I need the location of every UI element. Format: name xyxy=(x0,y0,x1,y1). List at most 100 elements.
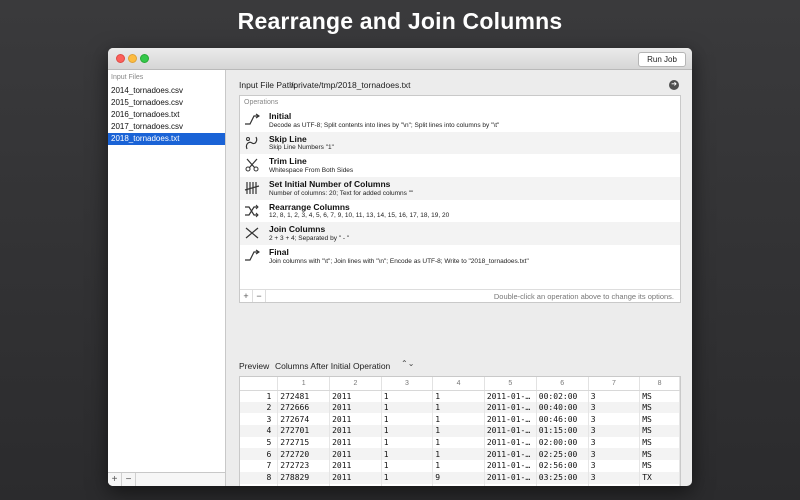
column-header[interactable]: 6 xyxy=(536,377,589,391)
table-cell: 2011 xyxy=(329,448,382,461)
table-cell: MS xyxy=(639,425,680,437)
table-cell: 3 xyxy=(588,425,641,437)
table-cell: 1 xyxy=(381,471,434,484)
table-row: 3 272674 2011 1 1 2011-01-… 00:46:00 3 MS xyxy=(240,413,680,426)
preview-select[interactable]: Columns After Initial Operation xyxy=(275,361,390,371)
operation-row[interactable]: Join Columns 2 + 3 + 4; Separated by " -… xyxy=(240,222,680,246)
table-cell: 3 xyxy=(588,436,641,449)
row-number: 6 xyxy=(240,448,279,461)
file-item[interactable]: 2015_tornadoes.csv xyxy=(108,97,225,109)
table-cell: 1 xyxy=(432,436,485,449)
sidebar-header: Input Files xyxy=(111,74,144,81)
table-cell: 2011-01-… xyxy=(484,413,537,426)
table-cell: 1 xyxy=(381,413,434,426)
operation-row[interactable]: Final Join columns with "\t"; Join lines … xyxy=(240,245,680,268)
table-cell: 17 xyxy=(432,483,485,486)
table-cell: 2011 xyxy=(329,471,382,484)
operation-title: Rearrange Columns xyxy=(269,201,350,212)
table-cell: 272723 xyxy=(277,460,331,472)
table-cell: 2011-01-… xyxy=(484,483,537,486)
table-row: 2 272666 2011 1 1 2011-01-… 00:40:00 3 MS xyxy=(240,401,680,414)
table-row: 5 272715 2011 1 1 2011-01-… 02:00:00 3 MS xyxy=(240,436,680,449)
preview-table: 12345678 1 272481 2011 1 1 2011-01-… 00:02:00 3… xyxy=(239,376,681,486)
row-number: 5 xyxy=(240,436,279,449)
operation-title: Trim Line xyxy=(269,156,307,167)
column-header[interactable]: 7 xyxy=(588,377,641,391)
zoom-window-button[interactable] xyxy=(140,54,149,63)
file-item[interactable]: 2014_tornadoes.csv xyxy=(108,85,225,97)
table-cell: 2011 xyxy=(329,425,382,437)
join-icon xyxy=(244,225,260,241)
operation-row[interactable]: Rearrange Columns 12, 8, 1, 2, 3, 4, 5, 6… xyxy=(240,200,680,223)
operations-header: Operations xyxy=(244,99,279,106)
remove-file-button[interactable]: − xyxy=(122,473,136,486)
table-cell: 1 xyxy=(432,413,485,426)
add-file-button[interactable]: + xyxy=(108,473,122,486)
operation-row[interactable]: Set Initial Number of Columns Number of c… xyxy=(240,177,680,200)
column-header[interactable]: 3 xyxy=(381,377,434,391)
shuffle-icon xyxy=(244,203,260,219)
table-cell: 2011 xyxy=(329,483,382,486)
table-cell: 1 xyxy=(381,401,434,414)
tally-icon xyxy=(244,180,260,196)
main-panel: Input File Path: /private/tmp/2018_torna… xyxy=(227,70,692,486)
table-cell: TX xyxy=(639,471,680,484)
input-path-value[interactable]: /private/tmp/2018_tornadoes.txt xyxy=(291,80,411,90)
table-cell: 3 xyxy=(588,390,641,402)
table-cell: 1 xyxy=(432,425,485,437)
table-cell: MS xyxy=(639,436,680,449)
table-cell: 1 xyxy=(432,401,485,414)
file-item[interactable]: 2018_tornadoes.txt xyxy=(108,133,225,145)
remove-operation-button[interactable]: − xyxy=(253,290,266,302)
row-number: 8 xyxy=(240,471,279,484)
table-cell: 02:56:00 xyxy=(536,460,589,472)
column-header[interactable]: 4 xyxy=(432,377,485,391)
run-job-button[interactable]: Run Job xyxy=(638,52,686,67)
arrow-right-circle-icon[interactable]: ➜ xyxy=(669,80,679,90)
chevron-updown-icon[interactable]: ⌃⌄ xyxy=(401,359,414,368)
row-number: 9 xyxy=(240,483,279,486)
table-cell: 1 xyxy=(381,390,434,402)
operation-description: Whitespace From Both Sides xyxy=(269,166,354,174)
row-number: 4 xyxy=(240,425,279,437)
table-cell: 3 xyxy=(588,471,641,484)
table-cell: 2011-01-… xyxy=(484,471,537,484)
app-window: Run Job Input Files 2014_tornadoes.csv 20… xyxy=(108,48,692,486)
table-cell: 1 xyxy=(381,483,434,486)
table-cell: 01:15:00 xyxy=(536,425,589,437)
table-cell: 3 xyxy=(588,448,641,461)
file-item[interactable]: 2016_tornadoes.txt xyxy=(108,109,225,121)
table-cell: 3 xyxy=(588,483,641,486)
table-cell: 2011 xyxy=(329,401,382,414)
operation-description: Join columns with "\t"; Join lines with … xyxy=(269,257,529,265)
close-window-button[interactable] xyxy=(116,54,125,63)
table-cell: 1 xyxy=(381,436,434,449)
minimize-window-button[interactable] xyxy=(128,54,137,63)
column-header[interactable] xyxy=(240,377,279,391)
table-cell: 02:00:00 xyxy=(536,436,589,449)
table-cell: MS xyxy=(639,401,680,414)
table-cell: 272701 xyxy=(277,425,331,437)
operation-row[interactable]: Trim Line Whitespace From Both Sides xyxy=(240,154,680,177)
table-row: 6 272720 2011 1 1 2011-01-… 02:25:00 3 MS xyxy=(240,448,680,461)
add-operation-button[interactable]: + xyxy=(240,290,253,302)
table-cell: MS xyxy=(639,448,680,461)
file-item[interactable]: 2017_tornadoes.csv xyxy=(108,121,225,133)
row-number: 2 xyxy=(240,401,279,414)
column-header[interactable]: 2 xyxy=(329,377,382,391)
table-cell: MS xyxy=(639,413,680,426)
column-header[interactable]: 5 xyxy=(484,377,537,391)
operation-row[interactable]: Initial Decode as UTF-8; Split contents i… xyxy=(240,109,680,132)
row-number: 7 xyxy=(240,460,279,472)
operation-description: 12, 8, 1, 2, 3, 4, 5, 6, 7, 9, 10, 11, 1… xyxy=(269,212,450,220)
operation-row[interactable]: Skip Line Skip Line Numbers "1" xyxy=(240,131,680,155)
table-cell: 272481 xyxy=(277,390,331,402)
column-header[interactable]: 8 xyxy=(639,377,680,391)
table-cell: 3 xyxy=(588,413,641,426)
table-cell: 272666 xyxy=(277,401,331,414)
column-header[interactable]: 1 xyxy=(277,377,331,391)
operation-list: Initial Decode as UTF-8; Split contents i… xyxy=(240,109,680,268)
skip-line-icon xyxy=(244,135,260,151)
operation-title: Set Initial Number of Columns xyxy=(269,179,391,190)
table-cell: 1 xyxy=(381,460,434,472)
